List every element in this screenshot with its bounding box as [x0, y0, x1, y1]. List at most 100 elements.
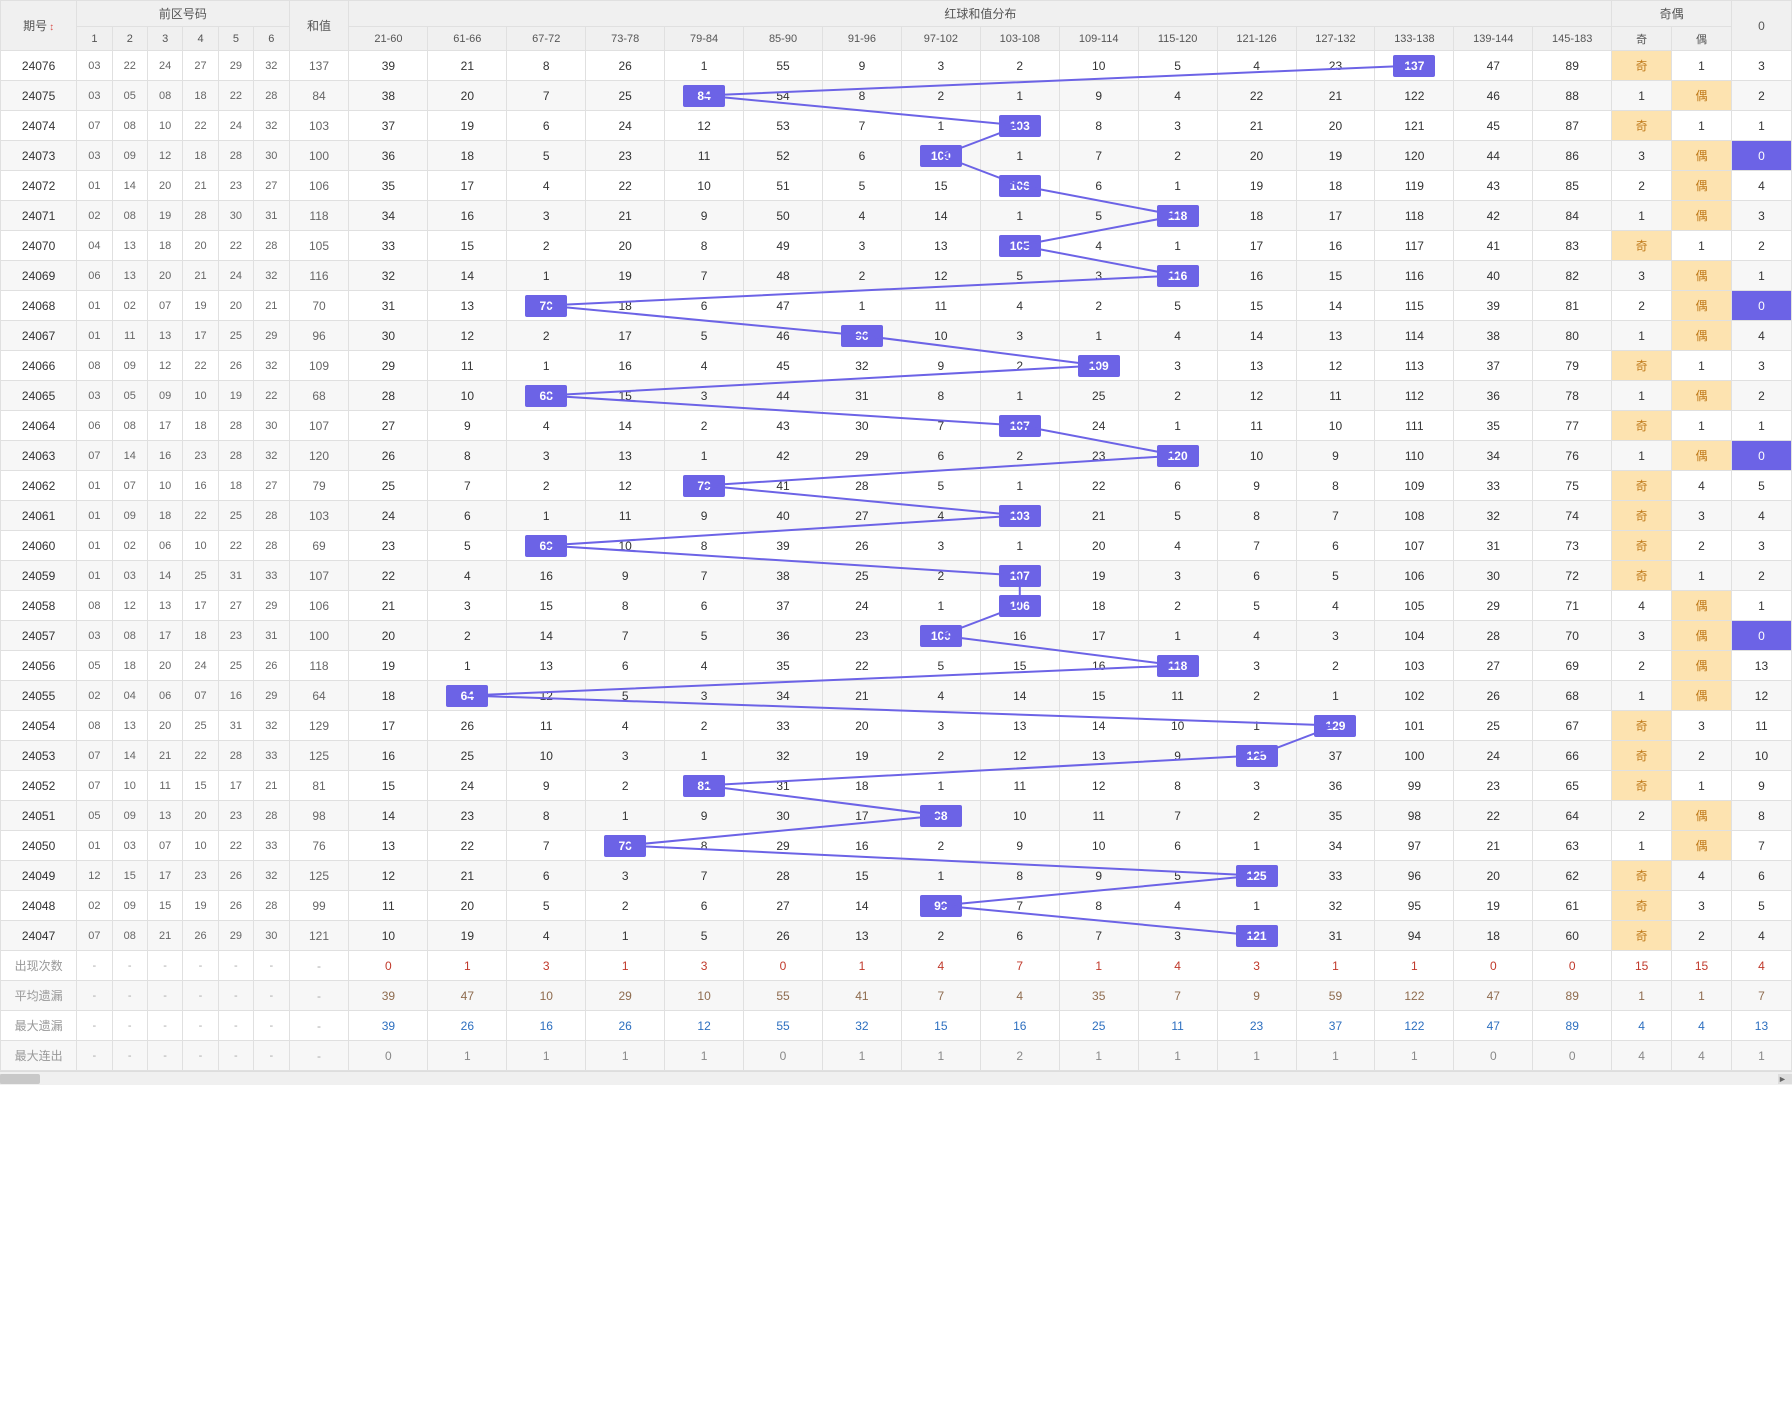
cell-dist-12: 5: [1296, 561, 1375, 591]
header-dist-5[interactable]: 85-90: [744, 27, 823, 51]
cell-dist-10: 9: [1138, 741, 1217, 771]
cell-period: 24054: [1, 711, 77, 741]
cell-dist-5: 38: [744, 561, 823, 591]
cell-oe-1: 偶: [1672, 381, 1732, 411]
cell-front-6: 26: [254, 651, 289, 681]
cell-dist-0: 27: [349, 411, 428, 441]
header-dist-10[interactable]: 115-120: [1138, 27, 1217, 51]
stat-dist-1: 47: [428, 981, 507, 1011]
cell-period: 24074: [1, 111, 77, 141]
cell-dist-0: 29: [349, 351, 428, 381]
cell-dist-13: 101: [1375, 711, 1454, 741]
header-dist-8[interactable]: 103-108: [980, 27, 1059, 51]
cell-dist-3: 25: [586, 81, 665, 111]
stat-dist-7: 7: [901, 981, 980, 1011]
header-front-2[interactable]: 2: [112, 27, 147, 51]
header-sum[interactable]: 和值: [289, 1, 349, 51]
cell-oe-1: 偶: [1672, 201, 1732, 231]
cell-front-2: 09: [112, 891, 147, 921]
table-row: 2406801020719202170311370186471114251514…: [1, 291, 1792, 321]
header-dist-4[interactable]: 79-84: [665, 27, 744, 51]
header-front-5[interactable]: 5: [218, 27, 253, 51]
header-zero[interactable]: 0: [1731, 1, 1791, 51]
cell-period: 24069: [1, 261, 77, 291]
cell-dist-3: 4: [586, 711, 665, 741]
header-oddeven-group[interactable]: 奇偶: [1612, 1, 1732, 27]
cell-front-6: 28: [254, 231, 289, 261]
header-dist-0[interactable]: 21-60: [349, 27, 428, 51]
cell-dist-6: 27: [822, 501, 901, 531]
cell-dist-14: 40: [1454, 261, 1533, 291]
cell-dist-8: 1: [980, 81, 1059, 111]
table-row: 2405001030710223376132277682916291061349…: [1, 831, 1792, 861]
header-front-4[interactable]: 4: [183, 27, 218, 51]
cell-dist-15: 63: [1533, 831, 1612, 861]
cell-front-6: 29: [254, 591, 289, 621]
cell-oe-0: 奇: [1612, 531, 1672, 561]
table-row: 2406906132021243211632141197482125311616…: [1, 261, 1792, 291]
table-row: 2404802091519262899112052627149978413295…: [1, 891, 1792, 921]
header-oe-0[interactable]: 奇: [1612, 27, 1672, 51]
cell-oe-0: 奇: [1612, 51, 1672, 81]
cell-dist-13: 122: [1375, 81, 1454, 111]
cell-dist-14: 47: [1454, 51, 1533, 81]
cell-period: 24067: [1, 321, 77, 351]
cell-dist-3: 1: [586, 921, 665, 951]
table-row: 2407004131820222810533152208493131054117…: [1, 231, 1792, 261]
horizontal-scrollbar[interactable]: ◄ ►: [0, 1071, 1792, 1085]
header-front-group[interactable]: 前区号码: [77, 1, 289, 27]
cell-dist-14: 20: [1454, 861, 1533, 891]
cell-dist-5: 39: [744, 531, 823, 561]
cell-dist-1: 13: [428, 291, 507, 321]
cell-dist-0: 17: [349, 711, 428, 741]
cell-oe-0: 2: [1612, 651, 1672, 681]
sort-indicator-icon[interactable]: ↕: [49, 22, 54, 33]
header-dist-14[interactable]: 139-144: [1454, 27, 1533, 51]
stat-front-2: -: [147, 1041, 182, 1071]
stat-dist-0: 0: [349, 951, 428, 981]
table-row: 2407201142021232710635174221051515106611…: [1, 171, 1792, 201]
cell-dist-2: 6: [507, 111, 586, 141]
header-oe-1[interactable]: 偶: [1672, 27, 1732, 51]
stat-dist-0: 39: [349, 981, 428, 1011]
header-front-6[interactable]: 6: [254, 27, 289, 51]
header-dist-15[interactable]: 145-183: [1533, 27, 1612, 51]
cell-dist-2: 2: [507, 471, 586, 501]
cell-dist-8: 1: [980, 141, 1059, 171]
cell-dist-1: 6: [428, 501, 507, 531]
header-dist-12[interactable]: 127-132: [1296, 27, 1375, 51]
cell-dist-7: 8: [901, 381, 980, 411]
cell-front-2: 08: [112, 201, 147, 231]
cell-dist-5: 36: [744, 621, 823, 651]
stat-dist-1: 1: [428, 1041, 507, 1071]
cell-dist-15: 61: [1533, 891, 1612, 921]
cell-front-2: 09: [112, 501, 147, 531]
cell-dist-5: 44: [744, 381, 823, 411]
header-dist-1[interactable]: 61-66: [428, 27, 507, 51]
stat-label: 平均遗漏: [1, 981, 77, 1011]
cell-dist-4: 4: [665, 651, 744, 681]
stat-dist-4: 12: [665, 1011, 744, 1041]
cell-front-3: 20: [147, 711, 182, 741]
header-dist-group[interactable]: 红球和值分布: [349, 1, 1612, 27]
header-dist-7[interactable]: 97-102: [901, 27, 980, 51]
scroll-right-arrow[interactable]: ►: [1778, 1074, 1792, 1084]
header-front-3[interactable]: 3: [147, 27, 182, 51]
header-period[interactable]: 期号↕: [1, 1, 77, 51]
cell-dist-5: 30: [744, 801, 823, 831]
header-dist-3[interactable]: 73-78: [586, 27, 665, 51]
header-dist-11[interactable]: 121-126: [1217, 27, 1296, 51]
cell-front-2: 08: [112, 111, 147, 141]
header-front-1[interactable]: 1: [77, 27, 112, 51]
cell-dist-11: 9: [1217, 471, 1296, 501]
cell-dist-2: 15: [507, 591, 586, 621]
header-dist-13[interactable]: 133-138: [1375, 27, 1454, 51]
cell-dist-7: 15: [901, 171, 980, 201]
header-dist-2[interactable]: 67-72: [507, 27, 586, 51]
cell-dist-14: 30: [1454, 561, 1533, 591]
cell-oe-1: 偶: [1672, 261, 1732, 291]
cell-front-2: 18: [112, 651, 147, 681]
scrollbar-thumb[interactable]: [0, 1074, 40, 1084]
header-dist-6[interactable]: 91-96: [822, 27, 901, 51]
header-dist-9[interactable]: 109-114: [1059, 27, 1138, 51]
